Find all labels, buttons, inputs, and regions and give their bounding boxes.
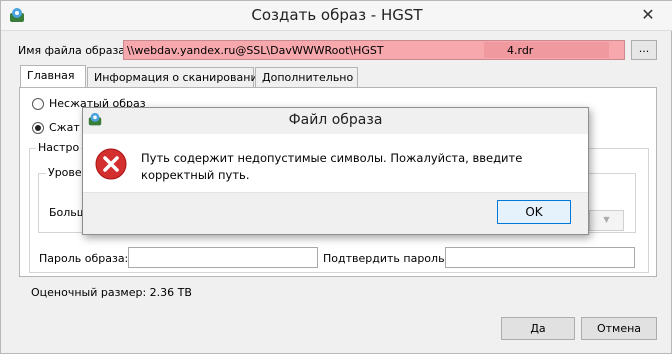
radio-compressed-label: Сжат	[49, 121, 80, 134]
radio-uncompressed[interactable]	[32, 98, 44, 110]
image-path-input[interactable]: \\webdav.yandex.ru@SSL\DavWWWRoot\HGST 4…	[123, 40, 625, 60]
error-dialog-body: Путь содержит недопустимые символы. Пожа…	[83, 134, 588, 192]
level-combo-arrow-icon[interactable]: ▼	[589, 210, 624, 231]
browse-button[interactable]: ...	[631, 40, 657, 60]
error-dialog: Файл образа Путь содержит недопустимые с…	[82, 107, 589, 235]
redacted-region	[484, 42, 609, 58]
close-icon[interactable]: ✕	[633, 3, 663, 27]
image-path-value: \\webdav.yandex.ru@SSL\DavWWWRoot\HGST	[127, 44, 384, 57]
settings-group-label: Настро	[36, 141, 82, 154]
error-message: Путь содержит недопустимые символы. Пожа…	[141, 151, 523, 182]
estimated-size: Оценочный размер: 2.36 TB	[31, 286, 192, 299]
level-group-label: Урове	[46, 166, 84, 179]
file-name-label: Имя файла образа:	[18, 44, 129, 57]
ok-button[interactable]: OK	[497, 200, 571, 224]
title-bar: Создать образ - HGST ✕	[1, 1, 672, 31]
image-password-label: Пароль образа:	[39, 252, 129, 265]
tab-main[interactable]: Главная	[20, 65, 86, 88]
cancel-button[interactable]: Отмена	[581, 317, 657, 340]
tab-scan-info[interactable]: Информация о сканировании	[87, 67, 265, 87]
error-dialog-footer: OK	[83, 192, 588, 234]
confirm-password-label: Подтвердить пароль:	[323, 252, 449, 265]
yes-button[interactable]: Да	[501, 317, 575, 340]
tab-advanced[interactable]: Дополнительно	[255, 67, 358, 87]
radio-compressed[interactable]	[32, 122, 44, 134]
window-title: Создать образ - HGST	[251, 6, 423, 24]
error-dialog-title: Файл образа	[288, 112, 383, 128]
error-icon	[95, 148, 127, 180]
error-dialog-titlebar: Файл образа	[83, 108, 588, 134]
image-password-input[interactable]	[128, 247, 318, 268]
confirm-password-input[interactable]	[445, 247, 635, 268]
image-path-suffix: 4.rdr	[507, 44, 534, 57]
